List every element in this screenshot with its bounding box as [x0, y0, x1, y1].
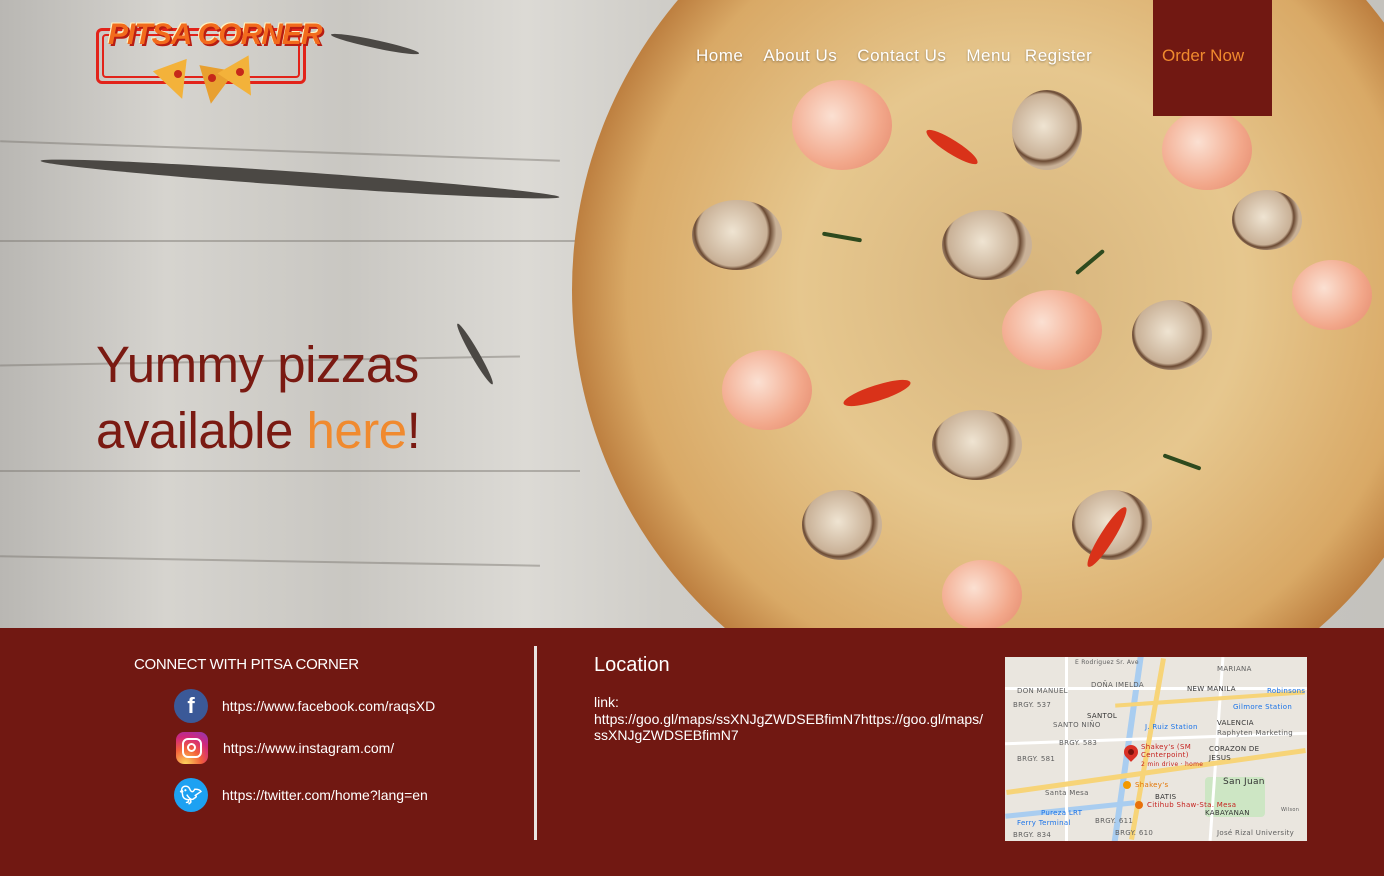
nav-about-us[interactable]: About Us: [763, 46, 837, 66]
pitsa-corner-logo[interactable]: PITSA CORNER: [96, 14, 323, 107]
pepperoni-icon: [174, 70, 182, 78]
map-label: 2 min drive · home: [1141, 761, 1204, 768]
chili-topping: [841, 373, 913, 413]
nav-register[interactable]: Register: [1025, 46, 1092, 66]
facebook-icon[interactable]: f: [174, 689, 208, 723]
map-label: SANTO NIÑO: [1053, 721, 1101, 729]
map-label: MARIANA: [1217, 665, 1252, 673]
shrimp-topping: [942, 560, 1022, 628]
twitter-icon[interactable]: 🐦︎: [174, 778, 208, 812]
facebook-link[interactable]: https://www.facebook.com/raqsXD: [222, 698, 435, 714]
map-label: VALENCIA: [1217, 719, 1254, 727]
map-label: Raphyten Marketing: [1217, 729, 1294, 737]
map-label: DOÑA IMELDA: [1091, 681, 1144, 689]
map-label: BRGY. 581: [1017, 755, 1056, 763]
chili-topping: [922, 125, 982, 169]
map-label: BATIS: [1155, 793, 1177, 801]
map-label: BRGY. 537: [1013, 701, 1052, 709]
footer: CONNECT WITH PITSA CORNER f https://www.…: [0, 628, 1384, 876]
pepperoni-icon: [208, 74, 216, 82]
footer-divider: [534, 646, 537, 840]
restaurant-icon: [1123, 781, 1131, 789]
headline-accent: here: [306, 402, 407, 459]
location-link-label: link:: [594, 694, 619, 710]
map-label: BRGY. 834: [1013, 831, 1052, 839]
map-label: SANTOL: [1087, 712, 1118, 720]
map-label: Santa Mesa: [1045, 789, 1089, 797]
location-title: Location: [594, 654, 670, 676]
map-label: E Rodriguez Sr. Ave: [1075, 659, 1139, 666]
map-label: San Juan: [1223, 777, 1265, 787]
map-label: Robinsons: [1267, 687, 1306, 695]
wood-grain: [0, 240, 600, 242]
map-label: CORAZON DE JESUS: [1209, 745, 1260, 762]
herb-topping: [1074, 248, 1106, 276]
shrimp-topping: [1002, 290, 1102, 370]
mushroom-topping: [932, 410, 1022, 480]
logo-text: PITSA CORNER: [108, 18, 323, 51]
social-row-instagram: https://www.instagram.com/: [174, 732, 394, 764]
wood-grain: [0, 140, 560, 162]
mushroom-topping: [1012, 90, 1082, 170]
map-label: BRGY. 611: [1095, 817, 1134, 825]
hero-headline: Yummy pizzas available here!: [96, 332, 421, 464]
nav-menu[interactable]: Menu: [966, 46, 1011, 66]
map-label: Citihub Shaw-Sta. Mesa: [1147, 801, 1237, 809]
map-label: NEW MANILA: [1187, 685, 1236, 693]
twitter-link[interactable]: https://twitter.com/home?lang=en: [222, 787, 428, 803]
shrimp-topping: [1162, 110, 1252, 190]
mushroom-topping: [802, 490, 882, 560]
map-label: BRGY. 610: [1115, 829, 1154, 837]
map-label: DON MANUEL: [1017, 687, 1068, 695]
herb-topping: [1162, 453, 1202, 471]
nav-home[interactable]: Home: [696, 46, 743, 66]
headline-line-2-prefix: available: [96, 402, 307, 459]
wood-grain: [0, 555, 540, 567]
mushroom-topping: [1232, 190, 1302, 250]
headline-line-2: available here!: [96, 398, 421, 464]
map-label: José Rizal University: [1217, 829, 1295, 837]
social-row-facebook: f https://www.facebook.com/raqsXD: [174, 689, 435, 723]
wood-knot: [330, 30, 420, 58]
map-label-shakeys-sm: Shakey's (SM Centerpoint): [1141, 743, 1192, 759]
map-label: KABAYANAN: [1205, 809, 1250, 817]
nav-order-now[interactable]: Order Now: [1162, 46, 1244, 66]
shrimp-topping: [1292, 260, 1372, 330]
herb-topping: [821, 231, 863, 243]
wood-grain: [0, 470, 580, 472]
pepperoni-icon: [236, 68, 244, 76]
shrimp-topping: [722, 350, 812, 430]
wood-knot: [454, 321, 496, 387]
map-label: Wilson: [1281, 807, 1300, 813]
wood-crack: [40, 153, 560, 205]
instagram-icon[interactable]: [176, 732, 208, 764]
connect-title: CONNECT WITH PITSA CORNER: [134, 656, 359, 673]
map-label: Gilmore Station: [1233, 703, 1293, 711]
mushroom-topping: [942, 210, 1032, 280]
instagram-link[interactable]: https://www.instagram.com/: [223, 740, 394, 756]
map-label: Pureza LRT: [1041, 809, 1083, 817]
shrimp-topping: [792, 80, 892, 170]
headline-line-2-suffix: !: [406, 402, 421, 459]
shopping-icon: [1135, 801, 1143, 809]
location-map[interactable]: MARIANA E Rodriguez Sr. Ave DON MANUEL D…: [1005, 657, 1307, 841]
map-label: J. Ruiz Station: [1145, 723, 1198, 731]
map-label: BRGY. 583: [1059, 739, 1098, 747]
headline-line-1: Yummy pizzas: [96, 336, 419, 393]
mushroom-topping: [692, 200, 782, 270]
mushroom-topping: [1132, 300, 1212, 370]
social-row-twitter: 🐦︎ https://twitter.com/home?lang=en: [174, 778, 428, 812]
nav-contact-us[interactable]: Contact Us: [857, 46, 946, 66]
map-label: Ferry Terminal: [1017, 819, 1071, 827]
location-link[interactable]: https://goo.gl/maps/ssXNJgZWDSEBfimN7htt…: [594, 711, 984, 743]
map-label: Shakey's: [1135, 781, 1169, 789]
main-nav: Home About Us Contact Us Menu Register: [696, 46, 1112, 66]
